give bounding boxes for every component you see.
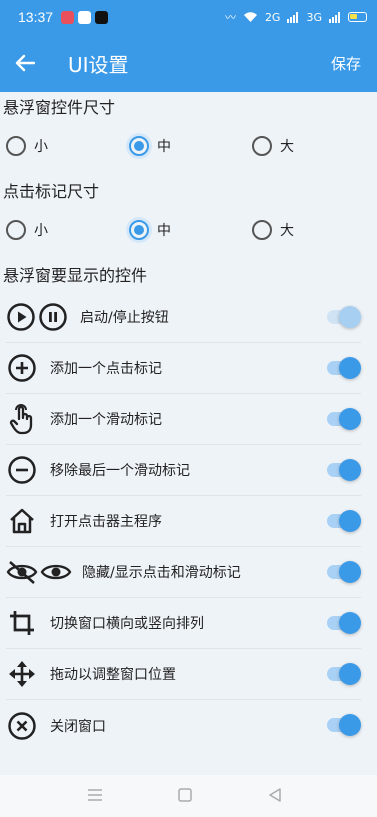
controls-list: 启动/停止按钮 添加一个点击标记 添加一个滑动标记 移除最后一个滑动标记 打开点… — [6, 292, 361, 751]
float-size-option-large[interactable]: 大 — [252, 136, 294, 156]
mark-size-option-medium[interactable]: 中 — [129, 220, 171, 240]
eye-toggle-icon — [6, 559, 72, 585]
control-open-main-app: 打开点击器主程序 — [6, 496, 361, 547]
close-window-toggle[interactable] — [327, 714, 361, 736]
mark-size-title: 点击标记尺寸 — [3, 182, 100, 201]
back-nav-button[interactable] — [267, 786, 283, 808]
signal-3g-label: 3G — [306, 10, 322, 24]
control-label: 移除最后一个滑动标记 — [50, 463, 190, 479]
save-button[interactable]: 保存 — [331, 53, 361, 74]
radio-label: 大 — [280, 139, 294, 155]
plus-circle-icon — [6, 352, 38, 384]
eye-icon — [40, 564, 72, 580]
open-main-app-toggle[interactable] — [327, 510, 361, 532]
radio-circle-checked[interactable] — [129, 220, 149, 240]
settings-content: 悬浮窗控件尺寸 小 中 大 点击标记尺寸 小 中 大 悬浮窗要显示的控件 启动/… — [0, 92, 377, 751]
app-bar: UI设置 保存 — [0, 34, 377, 92]
control-drag-position: 拖动以调整窗口位置 — [6, 649, 361, 700]
minus-circle-icon — [6, 454, 38, 486]
gallery-app-icon — [78, 10, 92, 24]
radio-label: 小 — [34, 223, 48, 239]
play-pause-icon — [6, 302, 68, 332]
control-label: 添加一个点击标记 — [50, 361, 162, 377]
control-label: 隐藏/显示点击和滑动标记 — [82, 565, 241, 581]
square-icon — [178, 788, 192, 802]
toggle-marks-toggle[interactable] — [327, 561, 361, 583]
add-click-mark-toggle[interactable] — [327, 357, 361, 379]
eye-off-icon — [6, 561, 38, 584]
control-label: 切换窗口横向或竖向排列 — [50, 616, 204, 632]
mark-size-radio-group: 小 中 大 — [0, 208, 377, 252]
crop-rotate-icon — [6, 607, 38, 639]
radio-label: 小 — [34, 139, 48, 155]
vibrate-icon: 〰 — [224, 11, 236, 24]
drag-position-toggle[interactable] — [327, 663, 361, 685]
notification-icons — [61, 10, 109, 24]
control-start-stop: 启动/停止按钮 — [6, 292, 361, 343]
tiktok-app-icon — [95, 10, 109, 24]
radio-circle[interactable] — [252, 136, 272, 156]
menu-icon — [88, 789, 102, 801]
signal-2g-label: 2G — [264, 10, 281, 24]
triangle-back-icon — [269, 788, 281, 802]
radio-label: 中 — [157, 223, 171, 239]
remove-last-swipe-toggle[interactable] — [327, 459, 361, 481]
arrow-left-icon — [15, 54, 35, 72]
float-size-radio-group: 小 中 大 — [0, 124, 377, 168]
system-nav-bar — [0, 775, 377, 817]
battery-icon — [348, 12, 367, 22]
radio-circle-checked[interactable] — [129, 136, 149, 156]
control-label: 启动/停止按钮 — [80, 310, 169, 326]
status-right: 〰 2G 3G — [225, 9, 367, 25]
control-label: 关闭窗口 — [50, 718, 106, 735]
close-circle-icon — [6, 710, 38, 742]
start-stop-toggle[interactable] — [327, 306, 361, 328]
back-button[interactable] — [0, 34, 50, 92]
control-switch-orientation: 切换窗口横向或竖向排列 — [6, 598, 361, 649]
signal-icon-2 — [329, 11, 340, 23]
swipe-hand-icon — [6, 403, 38, 435]
heart-app-icon — [61, 10, 75, 24]
move-arrows-icon — [6, 658, 38, 690]
wifi-icon — [243, 12, 257, 22]
float-size-title: 悬浮窗控件尺寸 — [3, 98, 116, 117]
float-size-option-small[interactable]: 小 — [6, 136, 48, 156]
control-add-click-mark: 添加一个点击标记 — [6, 343, 361, 394]
radio-circle[interactable] — [6, 220, 26, 240]
home-icon — [6, 505, 38, 537]
control-close-window: 关闭窗口 — [6, 700, 361, 751]
control-label: 添加一个滑动标记 — [50, 412, 162, 428]
status-bar: 13:37 〰 2G 3G — [0, 0, 377, 34]
control-label: 拖动以调整窗口位置 — [50, 667, 176, 683]
control-toggle-marks: 隐藏/显示点击和滑动标记 — [6, 547, 361, 598]
mark-size-option-large[interactable]: 大 — [252, 220, 294, 240]
radio-circle[interactable] — [252, 220, 272, 240]
controls-title: 悬浮窗要显示的控件 — [3, 266, 148, 285]
control-label: 打开点击器主程序 — [50, 514, 162, 530]
home-nav-button[interactable] — [177, 786, 193, 808]
signal-icon — [287, 11, 299, 23]
mark-size-option-small[interactable]: 小 — [6, 220, 48, 240]
radio-label: 中 — [157, 139, 171, 155]
radio-label: 大 — [280, 223, 294, 239]
switch-orientation-toggle[interactable] — [327, 612, 361, 634]
radio-circle[interactable] — [6, 136, 26, 156]
add-swipe-mark-toggle[interactable] — [327, 408, 361, 430]
status-time: 13:37 — [18, 9, 54, 25]
control-add-swipe-mark: 添加一个滑动标记 — [6, 394, 361, 445]
pause-icon — [39, 303, 67, 331]
float-size-option-medium[interactable]: 中 — [129, 136, 171, 156]
menu-nav-button[interactable] — [87, 786, 103, 808]
page-title: UI设置 — [68, 52, 129, 77]
play-icon — [7, 303, 35, 331]
control-remove-last-swipe: 移除最后一个滑动标记 — [6, 445, 361, 496]
